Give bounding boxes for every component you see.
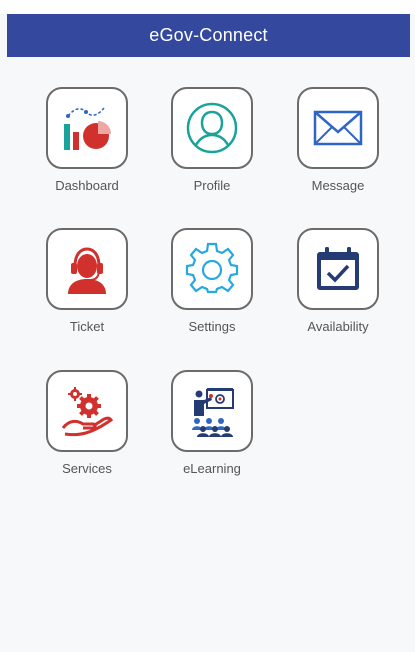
settings-label: Settings <box>188 319 236 334</box>
home-grid: Dashboard Profile Message Ticket Setting… <box>7 57 410 652</box>
presentation-classroom-icon <box>185 384 239 438</box>
message-tile[interactable]: Message <box>288 87 388 207</box>
services-tile[interactable]: Services <box>37 370 137 490</box>
message-icon-box[interactable] <box>297 87 379 169</box>
settings-icon-box[interactable] <box>171 228 253 310</box>
elearning-label: eLearning <box>183 461 241 476</box>
dashboard-label: Dashboard <box>55 178 119 193</box>
availability-icon-box[interactable] <box>297 228 379 310</box>
settings-tile[interactable]: Settings <box>162 228 262 348</box>
calendar-check-icon <box>313 244 363 294</box>
gear-icon <box>185 242 239 296</box>
app-header: eGov-Connect <box>7 14 410 57</box>
services-hand-gear-icon <box>59 384 115 438</box>
ticket-tile[interactable]: Ticket <box>37 228 137 348</box>
profile-user-icon <box>185 101 239 155</box>
ticket-icon-box[interactable] <box>46 228 128 310</box>
app-title: eGov-Connect <box>149 25 268 45</box>
profile-label: Profile <box>193 178 231 193</box>
availability-tile[interactable]: Availability <box>288 228 388 348</box>
dashboard-chart-icon <box>58 102 116 154</box>
services-icon-box[interactable] <box>46 370 128 452</box>
profile-icon-box[interactable] <box>171 87 253 169</box>
message-label: Message <box>311 178 365 193</box>
ticket-label: Ticket <box>69 319 105 334</box>
services-label: Services <box>62 461 112 476</box>
elearning-icon-box[interactable] <box>171 370 253 452</box>
envelope-icon <box>312 108 364 148</box>
status-bar-area <box>0 0 415 14</box>
profile-tile[interactable]: Profile <box>162 87 262 207</box>
dashboard-icon-box[interactable] <box>46 87 128 169</box>
support-agent-icon <box>60 242 114 296</box>
dashboard-tile[interactable]: Dashboard <box>37 87 137 207</box>
availability-label: Availability <box>307 319 369 334</box>
elearning-tile[interactable]: eLearning <box>162 370 262 490</box>
